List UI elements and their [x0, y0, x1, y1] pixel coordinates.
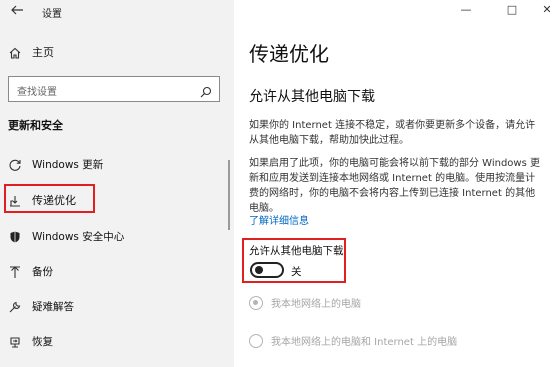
page-title: 传递优化 — [249, 42, 329, 66]
content-pane: — □ ✕ 传递优化 允许从其他电脑下载 如果你的 Internet 连接不稳定… — [234, 0, 554, 367]
wrench-icon — [8, 299, 22, 313]
refresh-icon — [8, 157, 22, 171]
description-paragraph-1: 如果你的 Internet 连接不稳定，或者你要更新多个设备，请允许从其他电脑下… — [249, 120, 536, 146]
home-nav-item[interactable]: 主页 — [8, 43, 54, 61]
close-button[interactable]: ✕ — [540, 4, 554, 16]
toggle-label: 允许从其他电脑下载 — [249, 245, 344, 257]
maximize-button[interactable]: □ — [505, 4, 519, 16]
radio-local-network[interactable]: 我本地网络上的电脑 — [249, 295, 361, 310]
sidebar-item-backup[interactable]: 备份 — [0, 259, 234, 283]
shield-icon — [8, 229, 22, 243]
radio-button[interactable] — [249, 295, 263, 310]
section-subtitle: 允许从其他电脑下载 — [249, 89, 375, 105]
radio-label: 我本地网络上的电脑 — [271, 299, 361, 310]
minimize-button[interactable]: — — [459, 4, 473, 16]
allow-download-toggle[interactable] — [250, 262, 284, 278]
toggle-knob — [255, 266, 263, 274]
search-input[interactable]: 查找设置 — [8, 76, 220, 102]
radio-button[interactable] — [249, 333, 263, 348]
home-label: 主页 — [32, 46, 54, 59]
app-title: 设置 — [42, 9, 62, 20]
home-icon — [8, 45, 22, 59]
learn-more-link[interactable]: 了解详细信息 — [249, 212, 309, 227]
search-icon — [200, 83, 212, 98]
backup-icon — [8, 264, 22, 278]
sidebar-item-recovery[interactable]: 恢复 — [0, 329, 234, 353]
highlight-box — [4, 184, 95, 213]
section-title: 更新和安全 — [8, 119, 63, 132]
settings-sidebar: 设置 主页 查找设置 更新和安全 Windows 更新 传递优化 Windows… — [0, 0, 234, 367]
sidebar-item-label: 恢复 — [32, 335, 53, 348]
search-placeholder: 查找设置 — [17, 87, 57, 98]
sidebar-item-windows-update[interactable]: Windows 更新 — [0, 152, 234, 176]
sidebar-item-label: 备份 — [32, 265, 53, 278]
radio-selected-dot — [253, 299, 258, 305]
recovery-icon — [8, 334, 22, 348]
sidebar-scrollbar[interactable] — [228, 160, 230, 230]
radio-local-and-internet[interactable]: 我本地网络上的电脑和 Internet 上的电脑 — [249, 333, 457, 348]
back-arrow-icon[interactable] — [9, 3, 25, 19]
radio-label: 我本地网络上的电脑和 Internet 上的电脑 — [271, 337, 458, 348]
title-bar: 设置 — [0, 0, 234, 24]
sidebar-item-troubleshoot[interactable]: 疑难解答 — [0, 294, 234, 318]
sidebar-item-label: 疑难解答 — [32, 300, 74, 313]
sidebar-item-security-center[interactable]: Windows 安全中心 — [0, 224, 234, 248]
sidebar-item-label: Windows 安全中心 — [32, 230, 125, 243]
sidebar-item-label: Windows 更新 — [32, 158, 104, 171]
description-paragraph-2: 如果启用了此项，你的电脑可能会将以前下载的部分 Windows 更新和应用发送到… — [249, 158, 540, 214]
toggle-state: 关 — [291, 266, 302, 278]
